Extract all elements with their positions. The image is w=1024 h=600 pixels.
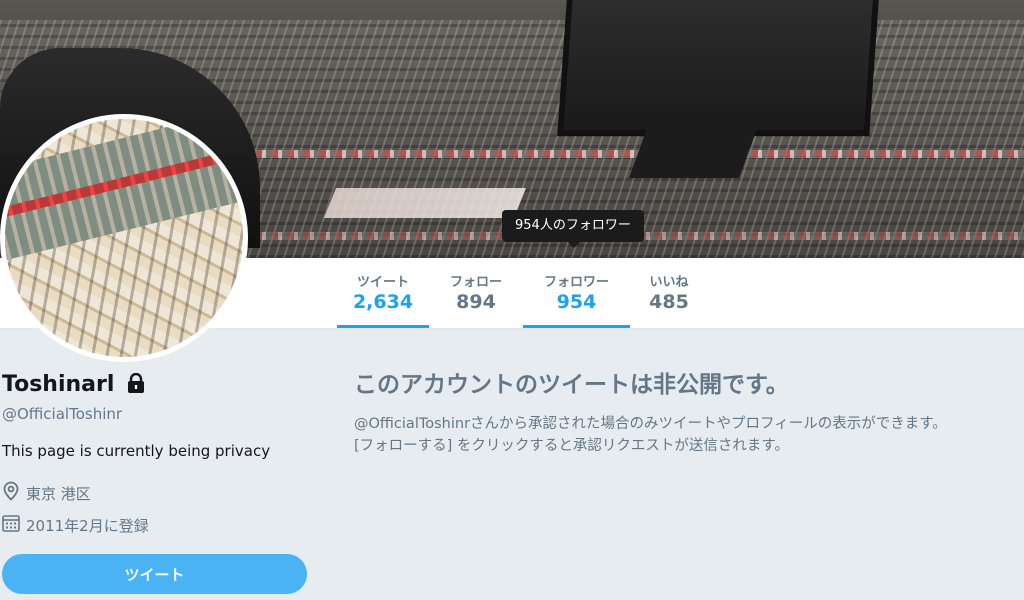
nav-following-label: フォロー: [449, 275, 502, 290]
profile-handle: @OfficialToshinr: [2, 405, 123, 423]
profile-avatar[interactable]: [0, 114, 248, 362]
location-pin-icon: [2, 481, 26, 505]
studio-monitor-screen: [557, 0, 879, 136]
profile-name-text: Toshinarl: [2, 372, 115, 397]
nav-following[interactable]: フォロー 894: [432, 258, 520, 328]
profile-name: Toshinarl: [2, 372, 145, 399]
profile-joined-text: 2011年2月に登録: [26, 516, 149, 535]
nav-likes[interactable]: いいね 485: [633, 258, 705, 328]
profile-bio: This page is currently being privacy: [2, 442, 271, 460]
calendar-icon: [2, 514, 26, 536]
studio-monitor-stand: [629, 118, 761, 178]
profile-location-text: 東京 港区: [26, 484, 91, 503]
nav-tweets-count: 2,634: [352, 291, 414, 313]
nav-following-count: 894: [456, 291, 496, 313]
private-notice-line-2: [フォローする] をクリックすると承認リクエストが送信されます。: [354, 438, 789, 454]
nav-followers[interactable]: フォロワー 954: [523, 258, 630, 328]
profile-joined: 2011年2月に登録: [2, 514, 149, 536]
nav-tweets[interactable]: ツイート 2,634: [337, 258, 429, 328]
lock-icon: [127, 372, 145, 399]
nav-tweets-label: ツイート: [356, 275, 409, 290]
tweet-button[interactable]: ツイート: [2, 554, 307, 594]
console-light-panel: [323, 188, 527, 218]
nav-followers-label: フォロワー: [543, 275, 609, 290]
private-notice-body: @OfficialToshinrさんから承認された場合のみツイートやプロフィール…: [354, 413, 1022, 457]
profile-location: 東京 港区: [2, 481, 91, 505]
followers-tooltip: 954人のフォロワー: [502, 210, 644, 248]
nav-likes-label: いいね: [649, 275, 689, 290]
nav-followers-count: 954: [556, 291, 597, 313]
private-notice-title: このアカウントのツイートは非公開です。: [354, 372, 789, 398]
nav-likes-count: 485: [649, 291, 689, 313]
private-notice-line-1: @OfficialToshinrさんから承認された場合のみツイートやプロフィール…: [354, 416, 947, 432]
